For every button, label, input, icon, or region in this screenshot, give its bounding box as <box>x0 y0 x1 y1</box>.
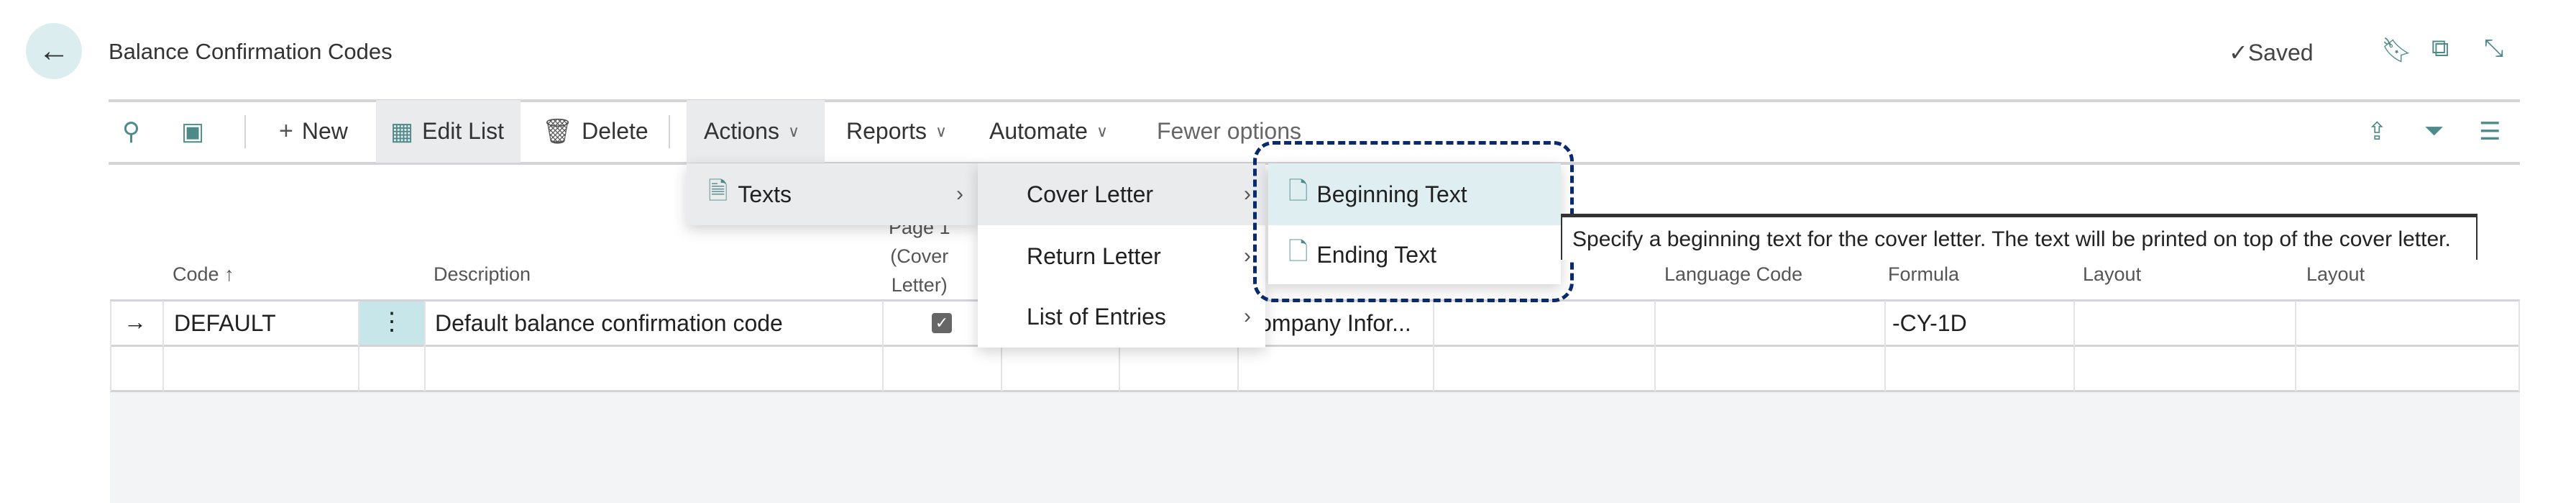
filter-button[interactable]: ⏷ <box>2424 100 2444 163</box>
column-header-layout-2[interactable]: Layout <box>2306 263 2365 286</box>
new-button[interactable]: + New <box>279 100 348 163</box>
column-header-formula[interactable]: Formula <box>1888 263 1959 286</box>
column-header-layout[interactable]: Layout <box>2083 263 2141 286</box>
column-header-language-code[interactable]: Language Code <box>1664 263 1802 286</box>
chevron-down-icon: ∨ <box>787 122 800 140</box>
chevron-right-icon: › <box>1244 304 1251 328</box>
texts-submenu: Cover Letter › Return Letter › List of Ent… <box>978 163 1265 348</box>
search-icon: ⚲ <box>122 117 140 145</box>
share-icon: ⇪ <box>2367 117 2388 145</box>
row-actions-button[interactable]: ⋮ <box>359 302 424 345</box>
chevron-right-icon: › <box>956 182 963 206</box>
column-header-page1-cover-letter[interactable]: Page 1 (Cover Letter) <box>889 213 950 299</box>
edit-list-button[interactable]: ▦ Edit List <box>376 100 521 163</box>
chevron-down-icon: ∨ <box>935 122 948 140</box>
table-row[interactable]: → DEFAULT ⋮ Default balance confirmation… <box>0 302 2576 345</box>
focus-outline <box>1253 141 1574 302</box>
trash-icon: 🗑︎ <box>542 117 574 145</box>
chevron-right-icon: › <box>1244 244 1251 268</box>
plus-icon: + <box>279 117 293 145</box>
check-icon: ✓ <box>2229 40 2248 65</box>
column-header-code[interactable]: Code ↑ <box>173 263 234 286</box>
company-cell[interactable]: Company Infor... <box>1242 310 1411 337</box>
reports-menu-button[interactable]: Reports ∨ <box>846 100 947 163</box>
layout-icon: ▣ <box>181 117 205 145</box>
menu-item-return-letter[interactable]: Return Letter › <box>978 225 1265 287</box>
menu-item-list-of-entries[interactable]: List of Entries › <box>978 286 1265 348</box>
arrow-left-icon: ← <box>38 33 70 68</box>
column-header-description[interactable]: Description <box>434 263 531 286</box>
sort-ascending-icon: ↑ <box>224 263 234 285</box>
current-row-arrow-icon: → <box>124 309 147 335</box>
list-icon: ☰ <box>2479 117 2501 145</box>
view-button[interactable]: ▣ <box>181 100 204 163</box>
chevron-right-icon: › <box>1244 182 1251 206</box>
collapse-icon[interactable]: ⤡ <box>2484 35 2503 63</box>
actions-menu-button[interactable]: Actions ∨ <box>687 100 825 163</box>
edit-list-icon: ▦ <box>390 117 414 145</box>
back-button[interactable]: ← <box>26 23 82 79</box>
filter-icon: ⏷ <box>2424 117 2444 145</box>
list-view-button[interactable]: ☰ <box>2479 100 2501 163</box>
tooltip: Specify a beginning text for the cover l… <box>1561 214 2478 260</box>
page1-cover-letter-checkbox[interactable]: ✓ <box>932 313 952 333</box>
delete-button[interactable]: 🗑︎ Delete <box>542 100 648 163</box>
actions-dropdown: 🗎︎ Texts › <box>687 163 978 225</box>
open-new-window-icon[interactable]: ⧉ <box>2431 35 2449 63</box>
code-cell[interactable]: DEFAULT <box>174 310 276 337</box>
document-icon: 🗎︎ <box>708 177 728 205</box>
description-cell[interactable]: Default balance confirmation code <box>435 310 783 337</box>
formula-cell[interactable]: -CY-1D <box>1892 310 1967 337</box>
share-button[interactable]: ⇪ <box>2367 100 2388 163</box>
page-title: Balance Confirmation Codes <box>109 39 393 64</box>
search-button[interactable]: ⚲ <box>122 100 140 163</box>
chevron-down-icon: ∨ <box>1096 122 1109 140</box>
menu-item-cover-letter[interactable]: Cover Letter › <box>978 163 1265 225</box>
automate-menu-button[interactable]: Automate ∨ <box>989 100 1108 163</box>
menu-item-texts[interactable]: 🗎︎ Texts › <box>687 163 978 225</box>
bookmark-icon[interactable]: 🔖︎ <box>2381 36 2412 65</box>
saved-status: ✓Saved <box>2229 40 2314 65</box>
